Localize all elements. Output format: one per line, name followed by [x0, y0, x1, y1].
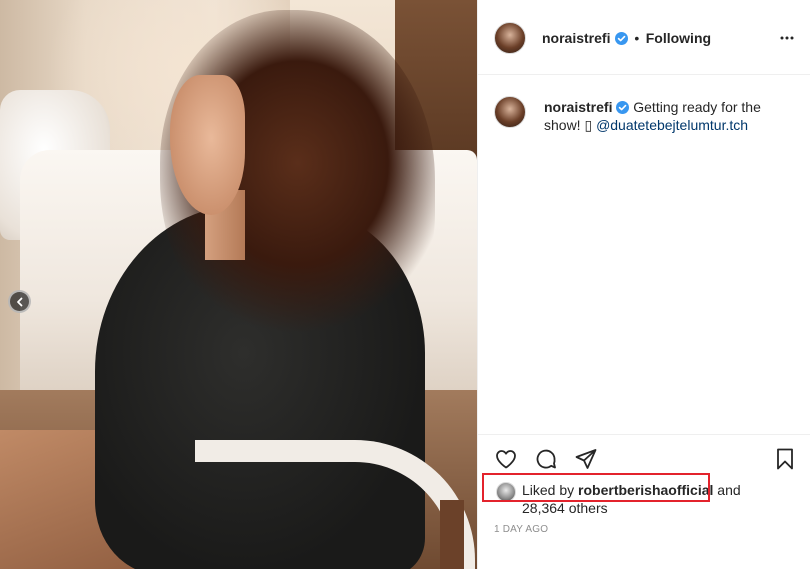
caption-mention-link[interactable]: @duatetebejtelumtur.tch: [596, 117, 748, 133]
heart-icon[interactable]: [494, 447, 518, 471]
header-separator: •: [634, 30, 640, 46]
author-username[interactable]: noraistrefi: [542, 30, 610, 46]
post-photo[interactable]: [0, 0, 477, 569]
likes-text: Liked by robertberishaofficial and 28,36…: [522, 481, 772, 517]
likes-prefix: Liked by: [522, 482, 579, 498]
following-button[interactable]: Following: [646, 30, 711, 46]
post-timestamp[interactable]: 1 day ago: [494, 524, 548, 535]
verified-badge-icon: [614, 32, 628, 45]
caption-author-avatar[interactable]: [494, 96, 526, 128]
likes-suffix: and: [713, 482, 741, 498]
post-header: noraistrefi • Following: [478, 0, 810, 75]
bookmark-icon[interactable]: [773, 447, 797, 471]
chevron-left-icon: [16, 297, 22, 306]
likes-others-link[interactable]: 28,364 others: [522, 500, 608, 516]
post-side-panel: noraistrefi • Following noraistrefi Gett…: [477, 0, 810, 569]
carousel-prev-button[interactable]: [8, 290, 31, 313]
post-actions: [478, 434, 810, 479]
more-horizontal-icon[interactable]: [779, 30, 795, 46]
author-avatar[interactable]: [494, 22, 526, 54]
caption-text-block: noraistrefi Getting ready for the show! …: [544, 98, 794, 134]
comment-icon[interactable]: [534, 447, 558, 471]
liker-avatar[interactable]: [496, 482, 516, 502]
caption-username[interactable]: noraistrefi: [544, 99, 612, 115]
caption-verified-badge-icon: [616, 101, 630, 114]
share-icon[interactable]: [574, 447, 598, 471]
photo-chair-leg: [440, 500, 464, 569]
liker-username[interactable]: robertberishaofficial: [578, 482, 713, 498]
